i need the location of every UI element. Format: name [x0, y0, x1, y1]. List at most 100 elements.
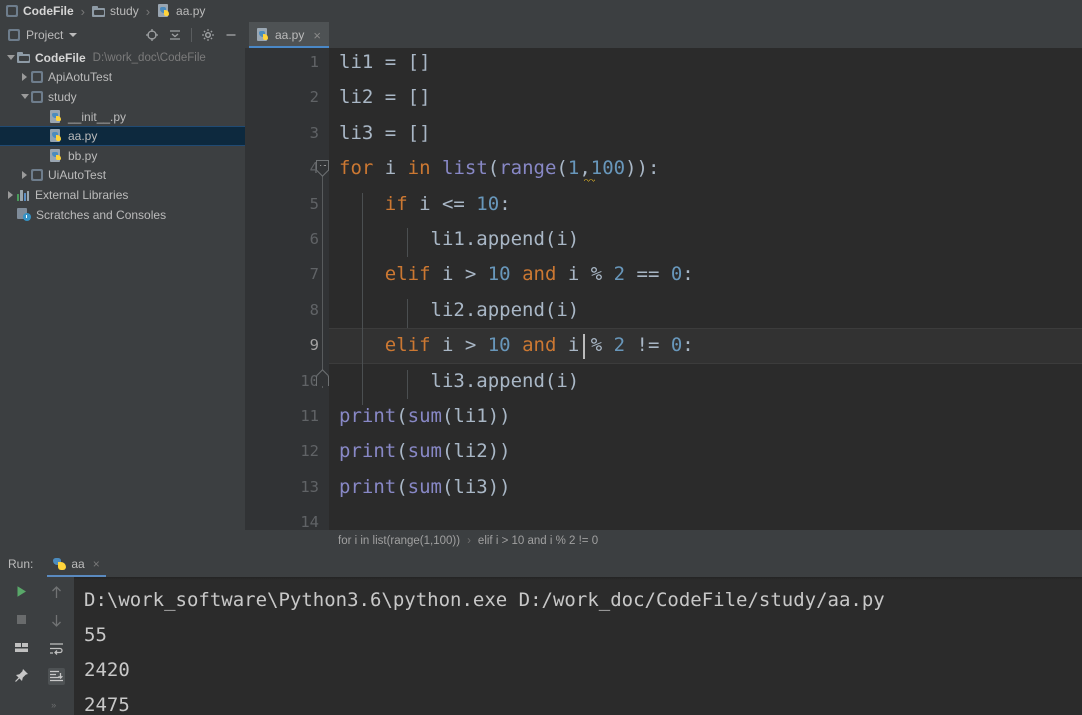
tree-item-label: aa.py: [68, 129, 98, 144]
code-line[interactable]: print(sum(li1)): [339, 399, 511, 434]
tree-item-label: Scratches and Consoles: [36, 207, 167, 222]
tab-aa-py[interactable]: aa.py ×: [249, 22, 329, 48]
code-line[interactable]: if i <= 10:: [339, 187, 511, 222]
run-toolbar-secondary: »: [38, 577, 74, 715]
tree-item-codefile[interactable]: CodeFile D:\work_doc\CodeFile: [0, 48, 245, 68]
code-token: elif: [384, 334, 431, 357]
breadcrumb-item-study[interactable]: study: [92, 4, 139, 18]
code-token: i %: [556, 263, 614, 286]
tree-item-study[interactable]: study: [0, 87, 245, 107]
code-token: i: [373, 157, 408, 180]
breadcrumb-item-codefile[interactable]: CodeFile: [6, 4, 74, 18]
project-panel-title: Project: [26, 28, 64, 42]
editor-gutter[interactable]: 1 2 3 4 5 6 7 8 9 10 11 12 13 14: [245, 48, 329, 530]
module-icon: [31, 169, 43, 182]
chevron-down-icon[interactable]: [69, 33, 78, 37]
layout-icon[interactable]: [13, 639, 30, 656]
project-tree[interactable]: CodeFile D:\work_doc\CodeFile ApiAotuTes…: [0, 48, 245, 551]
code-token: elif: [384, 263, 431, 286]
twisty-collapsed-icon[interactable]: [18, 73, 31, 82]
code-token: list: [442, 157, 488, 180]
code-line[interactable]: li1.append(i): [339, 222, 580, 257]
code-line[interactable]: print(sum(li2)): [339, 434, 511, 469]
scroll-to-end-icon[interactable]: [47, 668, 65, 685]
library-icon: [17, 189, 30, 201]
editor-tab-bar: aa.py ×: [245, 22, 1082, 48]
project-panel-header: Project: [0, 22, 245, 48]
code-token: :: [499, 192, 511, 215]
code-line[interactable]: li3 = []: [339, 116, 431, 151]
breadcrumb-item-aapy[interactable]: aa.py: [157, 4, 205, 18]
code-line[interactable]: li1 = []: [339, 48, 431, 80]
code-token: 100: [590, 157, 626, 180]
code-line[interactable]: print(sum(li3)): [339, 470, 511, 505]
fold-region-line: [322, 173, 323, 388]
up-arrow-icon[interactable]: [48, 584, 65, 601]
tree-item-scratches-and-consoles[interactable]: Scratches and Consoles: [0, 205, 245, 225]
collapse-all-icon[interactable]: [168, 28, 182, 42]
locate-icon[interactable]: [145, 28, 159, 42]
tree-item-bb-py[interactable]: bb.py: [0, 146, 245, 166]
tree-item-init-py[interactable]: __init__.py: [0, 107, 245, 127]
line-number: 2: [309, 88, 319, 107]
tree-item-apiaotutest[interactable]: ApiAotuTest: [0, 68, 245, 88]
code-token: (: [396, 475, 408, 498]
line-number: 14: [300, 513, 319, 530]
code-line[interactable]: for i in list(range(1,100)):: [339, 151, 659, 186]
close-icon[interactable]: ×: [313, 28, 321, 43]
more-icon[interactable]: »: [48, 696, 65, 713]
line-number: 1: [309, 53, 319, 71]
code-token: =: [384, 121, 408, 144]
code-editor[interactable]: 1 2 3 4 5 6 7 8 9 10 11 12 13 14 li1 = [] li2 = [] li3 …: [245, 48, 1082, 530]
code-line[interactable]: elif i > 10 and i % 2 == 0:: [339, 257, 694, 292]
twisty-collapsed-icon[interactable]: [18, 171, 31, 180]
twisty-expanded-icon[interactable]: [18, 94, 31, 100]
stop-icon[interactable]: [13, 611, 30, 628]
run-tab-aa[interactable]: aa ×: [47, 551, 106, 577]
pin-icon[interactable]: [13, 667, 30, 684]
code-content[interactable]: li1 = [] li2 = [] li3 = [] for i in list(ra…: [329, 48, 1082, 530]
editor-breadcrumb-first[interactable]: for i in list(range(1,100)): [338, 535, 460, 547]
tree-item-external-libraries[interactable]: External Libraries: [0, 185, 245, 205]
code-token: i >: [430, 263, 488, 286]
tree-item-label: study: [48, 89, 77, 104]
code-token: (li1)): [441, 405, 511, 427]
twisty-expanded-icon[interactable]: [4, 55, 17, 61]
run-panel-header: Run: aa ×: [0, 551, 1082, 577]
run-panel-label: Run:: [8, 557, 34, 571]
console-output[interactable]: D:\work_software\Python3.6\python.exe D:…: [74, 577, 1082, 715]
code-line[interactable]: elif i > 10 and i % 2 != 0:: [339, 328, 694, 363]
code-token: =: [384, 51, 408, 73]
code-token: li2: [339, 86, 385, 109]
soft-wrap-icon[interactable]: [48, 640, 65, 657]
editor-breadcrumb-second[interactable]: elif i > 10 and i % 2 != 0: [478, 535, 598, 547]
code-token: =: [384, 86, 408, 109]
code-token: li3.append(i): [339, 369, 580, 392]
code-line[interactable]: li2.append(i): [339, 293, 580, 328]
code-line[interactable]: li3.append(i): [339, 364, 580, 399]
twisty-collapsed-icon[interactable]: [4, 190, 17, 199]
tab-label: aa.py: [275, 28, 305, 42]
code-token: print: [339, 475, 397, 498]
code-token: for: [339, 157, 374, 180]
close-icon[interactable]: ×: [93, 557, 100, 571]
code-token: 2: [613, 334, 626, 357]
code-token: 10: [476, 192, 500, 215]
scratches-icon: [17, 208, 31, 222]
code-token: 1: [567, 157, 580, 180]
code-line[interactable]: li2 = []: [339, 80, 431, 115]
indent-guide: [407, 298, 408, 329]
tree-item-uiautotest[interactable]: UiAutoTest: [0, 166, 245, 186]
minimize-icon[interactable]: [224, 28, 238, 42]
code-token: ,: [579, 157, 591, 180]
line-number: 7: [309, 265, 319, 284]
gear-icon[interactable]: [201, 28, 215, 42]
tree-item-aa-py[interactable]: aa.py: [0, 126, 245, 146]
code-token: li1.append(i): [339, 228, 580, 250]
text-caret: [583, 334, 585, 360]
project-icon: [8, 29, 20, 41]
run-icon[interactable]: [13, 583, 30, 600]
tree-item-label: External Libraries: [35, 187, 129, 202]
code-token: print: [339, 405, 397, 427]
down-arrow-icon[interactable]: [48, 612, 65, 629]
